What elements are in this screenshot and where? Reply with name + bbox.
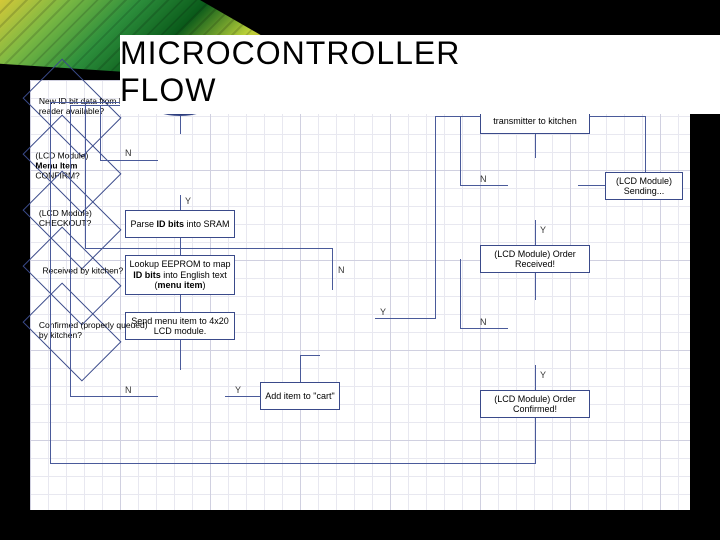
- l: [332, 248, 333, 290]
- lbl-n: N: [125, 385, 132, 395]
- l: [180, 340, 181, 370]
- l: [460, 328, 508, 329]
- l: [535, 220, 536, 245]
- l: [460, 116, 461, 186]
- grid-major: [30, 80, 690, 510]
- node-lcd-confirmed: (LCD Module) Order Confirmed!: [480, 390, 590, 418]
- slide-title: MICROCONTROLLER FLOW: [120, 35, 720, 114]
- flowchart-canvas: START New ID bit data from NFC-reader av…: [30, 80, 690, 510]
- l: [225, 396, 260, 397]
- lbl-y: Y: [540, 225, 546, 235]
- node-lcd-received: (LCD Module) Order Received!: [480, 245, 590, 273]
- lbl-n: N: [480, 174, 487, 184]
- l: [578, 185, 605, 186]
- lbl-y: Y: [380, 307, 386, 317]
- l: [50, 463, 536, 464]
- lbl-n: N: [338, 265, 345, 275]
- l: [645, 116, 646, 172]
- l: [535, 365, 536, 390]
- lbl-n: N: [125, 148, 132, 158]
- l: [100, 105, 101, 161]
- lbl-y: Y: [540, 370, 546, 380]
- l: [435, 116, 436, 319]
- l: [535, 134, 536, 158]
- l: [300, 355, 320, 356]
- l: [435, 116, 480, 117]
- l: [535, 273, 536, 300]
- l: [100, 160, 158, 161]
- l: [180, 195, 181, 210]
- lbl-y: Y: [235, 385, 241, 395]
- l: [85, 102, 86, 249]
- node-lcd-sending: (LCD Module) Sending...: [605, 172, 683, 200]
- l: [375, 318, 435, 319]
- l: [180, 116, 181, 134]
- l: [460, 259, 461, 329]
- lbl-n: N: [480, 317, 487, 327]
- l: [180, 295, 181, 312]
- l: [460, 185, 508, 186]
- l: [70, 396, 158, 397]
- l: [590, 116, 646, 117]
- l: [50, 102, 51, 464]
- l: [535, 418, 536, 463]
- l: [300, 355, 301, 382]
- l: [85, 248, 333, 249]
- l: [70, 105, 71, 397]
- l: [180, 238, 181, 255]
- node-add-cart: Add item to "cart": [260, 382, 340, 410]
- lbl-y: Y: [185, 196, 191, 206]
